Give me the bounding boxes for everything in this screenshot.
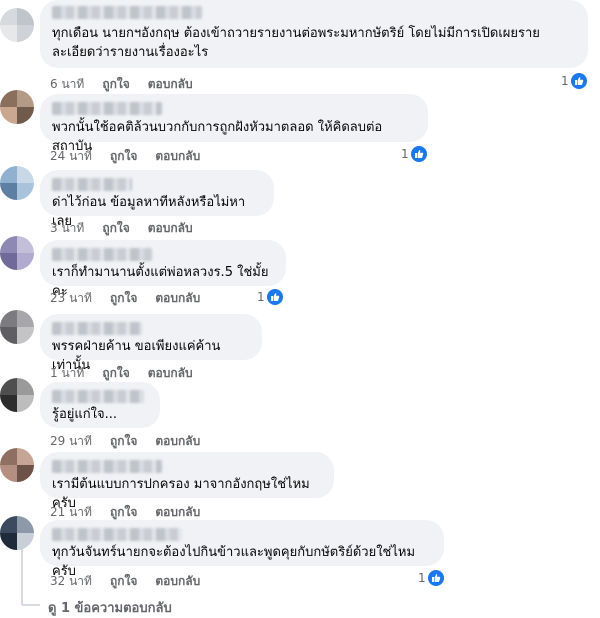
avatar[interactable]: [0, 310, 34, 344]
avatar[interactable]: [0, 236, 34, 270]
reply-link[interactable]: ตอบกลับ: [155, 572, 200, 591]
thumbs-up-icon: [570, 73, 587, 89]
reply-link[interactable]: ตอบกลับ: [155, 289, 200, 308]
comment-time: 29 นาที: [50, 434, 92, 448]
reply-link[interactable]: ตอบกลับ: [148, 219, 193, 238]
commenter-name-blurred[interactable]: [52, 390, 144, 403]
like-link[interactable]: ถูกใจ: [110, 572, 137, 591]
comment-time: 32 นาที: [50, 574, 92, 588]
avatar[interactable]: [0, 166, 34, 200]
like-link[interactable]: ถูกใจ: [110, 289, 137, 308]
thumbs-up-icon: [266, 289, 283, 305]
thumbs-up-icon: [427, 570, 444, 586]
avatar[interactable]: [0, 516, 34, 550]
comment-bubble: ทุกวันจันทร์นายกจะต้องไปกินข้าวและพูดคุย…: [40, 520, 444, 579]
comment-actions: 1 นาที ถูกใจ ตอบกลับ: [50, 364, 193, 383]
reply-link[interactable]: ตอบกลับ: [155, 432, 200, 451]
comment-bubble: พวกนั้นใช้อคติล้วนบวกกับการถูกฝังหัวมาตล…: [40, 94, 428, 154]
like-link[interactable]: ถูกใจ: [110, 147, 137, 166]
like-link[interactable]: ถูกใจ: [102, 75, 129, 94]
comment-bubble: ด่าไว้ก่อน ข้อมูลหาทีหลังหรือไม่หาเลย: [40, 170, 274, 229]
comment-time: 24 นาที: [50, 149, 92, 163]
comment-bubble: พรรคฝ่ายค้าน ขอเพียงแค่ค้านเท่านั้น: [40, 314, 262, 373]
comment-text: ทุกเดือน นายกฯอังกฤษ ต้องเข้าถวายรายงานต…: [52, 26, 540, 60]
comment-bubble: เรามีต้นแบบการปกครอง มาจากอังกฤษใช่ไหมคร…: [40, 452, 334, 511]
comment-bubble: ทุกเดือน นายกฯอังกฤษ ต้องเข้าถวายรายงานต…: [40, 0, 588, 68]
reply-link[interactable]: ตอบกลับ: [148, 364, 193, 383]
reaction-count[interactable]: 1: [561, 73, 587, 89]
reaction-count[interactable]: 1: [257, 289, 283, 305]
reply-link[interactable]: ตอบกลับ: [155, 147, 200, 166]
comment-actions: 3 นาที ถูกใจ ตอบกลับ: [50, 219, 193, 238]
comment-actions: 32 นาที ถูกใจ ตอบกลับ: [50, 572, 200, 591]
avatar[interactable]: [0, 8, 34, 42]
like-link[interactable]: ถูกใจ: [110, 432, 137, 451]
like-link[interactable]: ถูกใจ: [102, 364, 129, 383]
reaction-count[interactable]: 1: [418, 570, 444, 586]
reply-link[interactable]: ตอบกลับ: [148, 75, 193, 94]
reply-connector: [22, 604, 40, 606]
thumbs-up-icon: [410, 146, 427, 162]
comment-actions: 23 นาที ถูกใจ ตอบกลับ: [50, 289, 200, 308]
commenter-name-blurred[interactable]: [52, 6, 202, 19]
commenter-name-blurred[interactable]: [52, 322, 142, 335]
commenter-name-blurred[interactable]: [52, 178, 132, 191]
comment-actions: 24 นาที ถูกใจ ตอบกลับ: [50, 147, 200, 166]
thread-line: [21, 545, 23, 605]
comment-text: รู้อยู่แก่ใจ...: [52, 407, 118, 422]
comment-actions: 6 นาที ถูกใจ ตอบกลับ: [50, 75, 193, 94]
comment-bubble: เราก็ทำมานานตั้งแต่พ่อหลวงร.5 ใช่มั้ยคะ: [40, 240, 286, 299]
avatar[interactable]: [0, 448, 34, 482]
comment-bubble: รู้อยู่แก่ใจ...: [40, 382, 160, 428]
comment-time: 1 นาที: [50, 366, 85, 380]
commenter-name-blurred[interactable]: [52, 248, 152, 261]
reaction-count[interactable]: 1: [401, 146, 427, 162]
view-replies-link[interactable]: ดู 1 ข้อความตอบกลับ: [48, 597, 172, 618]
comment-time: 3 นาที: [50, 221, 85, 235]
commenter-name-blurred[interactable]: [52, 102, 162, 115]
comment-time: 6 นาที: [50, 77, 85, 91]
avatar[interactable]: [0, 90, 34, 124]
like-link[interactable]: ถูกใจ: [102, 219, 129, 238]
comment-time: 23 นาที: [50, 291, 92, 305]
comment-actions: 29 นาที ถูกใจ ตอบกลับ: [50, 432, 200, 451]
avatar[interactable]: [0, 378, 34, 412]
commenter-name-blurred[interactable]: [52, 528, 182, 541]
commenter-name-blurred[interactable]: [52, 460, 162, 473]
